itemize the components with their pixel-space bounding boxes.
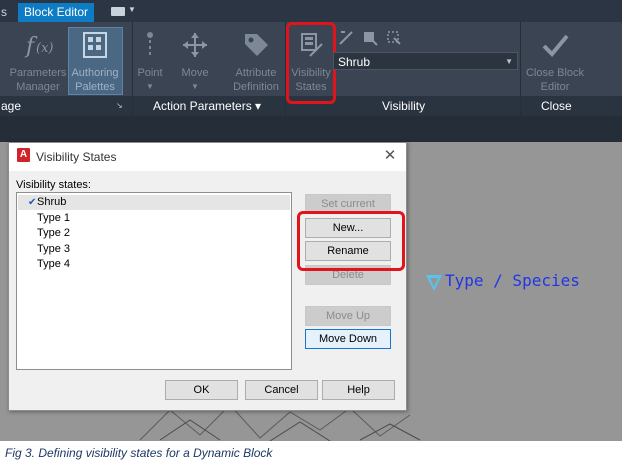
dialog-title: Visibility States bbox=[36, 150, 117, 164]
move-action-button[interactable]: Move ▼ bbox=[176, 30, 214, 94]
panel-label-visibility: Visibility bbox=[382, 99, 426, 113]
chevron-down-icon[interactable]: ▼ bbox=[176, 80, 214, 94]
chevron-down-icon[interactable]: ▼ bbox=[134, 80, 166, 94]
ribbon-separator bbox=[132, 22, 133, 116]
panel-label-action-parameters[interactable]: Action Parameters ▾ bbox=[153, 98, 261, 114]
authoring-palettes-button[interactable]: Authoring Palettes bbox=[68, 30, 122, 94]
parameters-manager-label: Parameters Manager bbox=[9, 67, 67, 93]
palette-grid-icon bbox=[68, 30, 122, 64]
attribute-definition-button[interactable]: Attribute Definition bbox=[228, 30, 284, 94]
panel-label-manage: age bbox=[1, 99, 22, 113]
fx-icon: f (x) bbox=[8, 30, 68, 64]
ribbon-tab-bar: s Block Editor ▼ bbox=[0, 0, 622, 22]
point-parameter-button[interactable]: Point ▼ bbox=[134, 30, 166, 94]
ok-button[interactable]: OK bbox=[165, 380, 238, 400]
move-label: Move bbox=[181, 67, 209, 79]
move-down-button[interactable]: Move Down bbox=[305, 329, 391, 349]
cancel-button[interactable]: Cancel bbox=[245, 380, 318, 400]
visibility-grip-inner bbox=[430, 278, 438, 287]
screenshot-area: s Block Editor ▼ f (x) Parameters Manager… bbox=[0, 0, 622, 441]
authoring-palettes-label: Authoring Palettes bbox=[71, 67, 119, 93]
list-item-label: Type 1 bbox=[37, 212, 71, 224]
help-button[interactable]: Help bbox=[322, 380, 395, 400]
visibility-states-dialog: A Visibility States ✕ Visibility states:… bbox=[8, 142, 407, 411]
tab-partial[interactable]: s bbox=[1, 3, 7, 22]
list-item[interactable]: Type 4 bbox=[18, 257, 290, 272]
visibility-state-combo[interactable]: Shrub ▼ bbox=[333, 52, 518, 70]
close-block-editor-label: Close Block Editor bbox=[525, 67, 585, 93]
list-item-label: Type 4 bbox=[37, 258, 71, 270]
block-editor-strip bbox=[0, 116, 622, 142]
panel-launcher-icon[interactable]: ↘ bbox=[116, 101, 123, 110]
visibility-mode-icon[interactable] bbox=[386, 30, 402, 51]
panel-label-close: Close bbox=[541, 99, 572, 113]
visibility-states-list[interactable]: ✔ Shrub Type 1 Type 2 Type 3 Type 4 bbox=[16, 192, 292, 370]
autocad-logo-icon: A bbox=[17, 148, 30, 162]
list-item[interactable]: Type 2 bbox=[18, 226, 290, 241]
move-arrows-icon bbox=[176, 30, 214, 64]
point-label: Point bbox=[137, 67, 163, 79]
tag-icon bbox=[228, 30, 284, 64]
list-item[interactable]: ✔ Shrub bbox=[18, 195, 290, 210]
make-invisible-icon[interactable] bbox=[362, 30, 378, 51]
visibility-state-value: Shrub bbox=[338, 55, 371, 69]
attribute-definition-label: Attribute Definition bbox=[233, 67, 279, 93]
tab-options-icon[interactable] bbox=[111, 7, 125, 16]
dialog-title-bar[interactable]: A Visibility States ✕ bbox=[9, 143, 406, 171]
parameters-manager-button[interactable]: f (x) Parameters Manager bbox=[8, 30, 68, 94]
close-block-editor-button[interactable]: Close Block Editor bbox=[522, 30, 588, 94]
chevron-down-icon[interactable]: ▼ bbox=[505, 53, 513, 71]
chevron-down-icon[interactable]: ▼ bbox=[128, 5, 136, 14]
ribbon-separator bbox=[520, 22, 521, 116]
list-item[interactable]: Type 3 bbox=[18, 242, 290, 257]
svg-text:(x): (x) bbox=[36, 41, 53, 56]
tab-block-editor[interactable]: Block Editor bbox=[18, 3, 94, 22]
checkmark-icon bbox=[522, 30, 588, 64]
list-item[interactable]: Type 1 bbox=[18, 211, 290, 226]
figure-caption: Fig 3. Defining visibility states for a … bbox=[5, 446, 273, 460]
point-parameter-icon bbox=[134, 30, 166, 64]
visibility-states-list-label: Visibility states: bbox=[16, 179, 91, 191]
canvas-annotation: Type / Species bbox=[445, 271, 580, 290]
list-item-label: Type 3 bbox=[37, 243, 71, 255]
close-icon[interactable]: ✕ bbox=[381, 147, 399, 165]
make-visible-icon[interactable] bbox=[338, 30, 354, 51]
highlight-box bbox=[297, 211, 405, 271]
list-item-label: Type 2 bbox=[37, 227, 71, 239]
move-up-button[interactable]: Move Up bbox=[305, 306, 391, 326]
list-item-label: Shrub bbox=[37, 196, 67, 208]
checkmark-icon: ✔ bbox=[28, 197, 37, 208]
highlight-box bbox=[286, 22, 336, 104]
